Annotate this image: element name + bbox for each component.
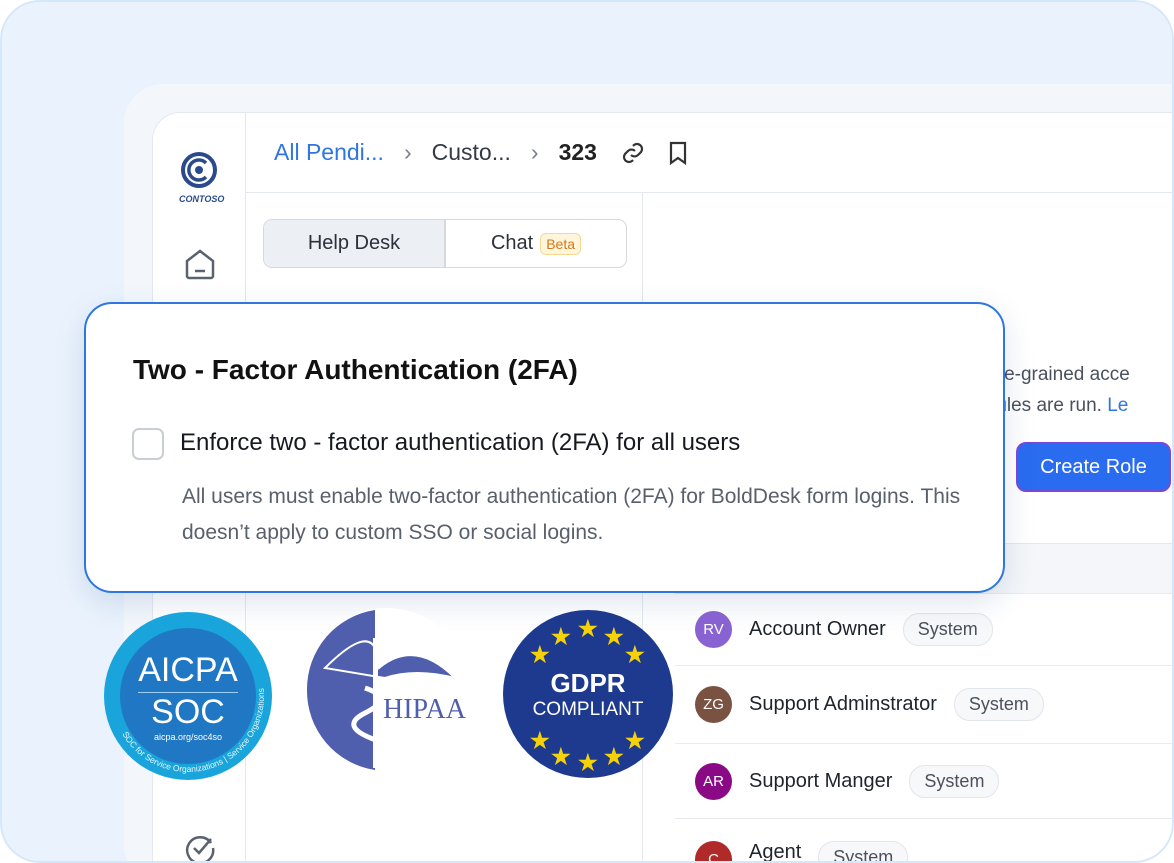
tab-chat[interactable]: Chat Beta bbox=[446, 220, 626, 267]
star-icon: ★ bbox=[578, 750, 598, 775]
role-name: Support Manger bbox=[749, 769, 893, 792]
caduceus-icon bbox=[306, 610, 459, 770]
background: CONTOSO All Pendi... › Custo... › 323 He… bbox=[0, 0, 1174, 863]
star-icon: ★ bbox=[625, 642, 645, 667]
roles-description: fine-grained acce rules are run. Le bbox=[984, 359, 1130, 421]
star-icon: ★ bbox=[578, 616, 598, 641]
chevron-right-icon: › bbox=[403, 139, 412, 165]
card-title: Two - Factor Authentication (2FA) bbox=[133, 354, 578, 385]
star-icon: ★ bbox=[604, 624, 624, 649]
hipaa-text: HIPAA bbox=[383, 694, 466, 725]
enforce-2fa-label[interactable]: Enforce two - factor authentication (2FA… bbox=[180, 429, 740, 457]
star-icon: ★ bbox=[551, 744, 571, 769]
contoso-logo: CONTOSO bbox=[179, 151, 225, 204]
star-icon: ★ bbox=[530, 728, 550, 753]
enforce-2fa-checkbox[interactable] bbox=[132, 428, 164, 460]
tab-help-desk[interactable]: Help Desk bbox=[264, 220, 446, 267]
description-line: fine-grained acce bbox=[984, 364, 1130, 385]
logo-text: CONTOSO bbox=[179, 194, 225, 204]
table-row[interactable]: RV Account Owner System bbox=[675, 593, 1172, 665]
description-text: rules are run. bbox=[990, 395, 1102, 416]
tab-label: Help Desk bbox=[307, 232, 401, 254]
system-tag: System bbox=[953, 688, 1044, 721]
role-name: Support Adminstrator bbox=[749, 693, 937, 715]
table-row[interactable]: AR Support Manger System bbox=[675, 743, 1172, 818]
learn-more-link[interactable]: Le bbox=[1107, 395, 1128, 416]
table-row[interactable]: C Agent System bbox=[675, 818, 1172, 863]
header-breadcrumb: All Pendi... › Custo... › 323 bbox=[246, 113, 1172, 193]
link-icon[interactable] bbox=[621, 141, 645, 165]
aicpa-soc-badge: AICPA SOC aicpa.org/soc4so SOC for Servi… bbox=[104, 612, 272, 780]
star-icon: ★ bbox=[625, 728, 645, 753]
beta-badge: Beta bbox=[540, 232, 582, 255]
enforce-2fa-description: All users must enable two-factor authent… bbox=[182, 485, 961, 544]
logo-icon bbox=[181, 152, 217, 188]
bookmark-icon[interactable] bbox=[667, 140, 689, 166]
avatar: ZG bbox=[695, 686, 732, 723]
avatar: C bbox=[695, 841, 732, 861]
avatar: RV bbox=[695, 611, 732, 648]
compliant-text: COMPLIANT bbox=[532, 698, 644, 720]
create-role-button[interactable]: Create Role bbox=[1016, 442, 1171, 492]
role-name: Agent bbox=[749, 841, 802, 863]
aicpa-ring-label: SOC for Service Organizations | Service … bbox=[120, 688, 266, 774]
gdpr-badge: ★ ★ ★ ★ ★ ★ ★ ★ ★ ★ GDPR COMPLIANT bbox=[503, 610, 673, 778]
tab-label: Chat bbox=[490, 232, 534, 254]
hipaa-badge: HIPAA bbox=[305, 608, 469, 772]
star-icon: ★ bbox=[604, 744, 624, 769]
home-icon[interactable] bbox=[183, 247, 217, 281]
svg-text:SOC for Service Organizations: SOC for Service Organizations | Service … bbox=[120, 688, 266, 774]
system-tag: System bbox=[909, 764, 1000, 798]
check-circle-icon[interactable] bbox=[183, 831, 217, 863]
chevron-right-icon: › bbox=[530, 139, 539, 165]
aicpa-ring-text: SOC for Service Organizations | Service … bbox=[120, 688, 266, 774]
breadcrumb-all-pending[interactable]: All Pendi... bbox=[274, 139, 384, 166]
avatar: AR bbox=[695, 762, 732, 800]
two-factor-auth-card: Two - Factor Authentication (2FA) Enforc… bbox=[84, 302, 1005, 593]
star-icon: ★ bbox=[530, 642, 550, 667]
breadcrumb-customer[interactable]: Custo... bbox=[432, 139, 511, 166]
table-row[interactable]: ZG Support Adminstrator System bbox=[675, 665, 1172, 743]
role-name: Account Owner bbox=[749, 618, 886, 640]
breadcrumb-ticket-id: 323 bbox=[558, 139, 597, 165]
channel-toggle: Help Desk Chat Beta bbox=[263, 219, 627, 268]
gdpr-text: GDPR bbox=[550, 667, 626, 698]
system-tag: System bbox=[902, 613, 993, 646]
system-tag: System bbox=[818, 841, 909, 861]
description-line: rules are run. Le bbox=[984, 390, 1130, 421]
star-icon: ★ bbox=[551, 624, 571, 649]
